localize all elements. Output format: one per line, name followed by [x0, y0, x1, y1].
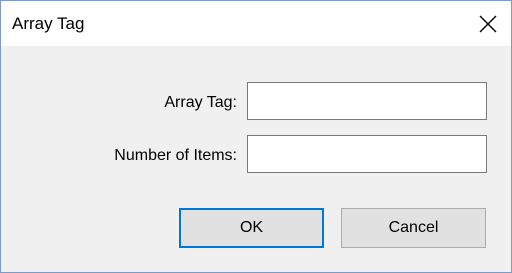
dialog-window: Array Tag Array Tag: Number of Items: OK…	[0, 0, 512, 273]
cancel-button[interactable]: Cancel	[341, 208, 486, 248]
close-icon	[479, 15, 497, 33]
number-of-items-input[interactable]	[247, 135, 487, 173]
dialog-body: Array Tag: Number of Items: OK Cancel	[1, 46, 511, 272]
ok-button-label: OK	[239, 219, 264, 236]
dialog-title: Array Tag	[12, 14, 85, 33]
array-tag-input[interactable]	[247, 82, 487, 120]
ok-button[interactable]: OK	[179, 208, 324, 248]
close-button[interactable]	[465, 1, 511, 46]
array-tag-label: Array Tag:	[164, 94, 237, 111]
title-bar: Array Tag	[1, 1, 511, 46]
cancel-button-label: Cancel	[388, 219, 439, 236]
number-of-items-label: Number of Items:	[114, 147, 237, 164]
